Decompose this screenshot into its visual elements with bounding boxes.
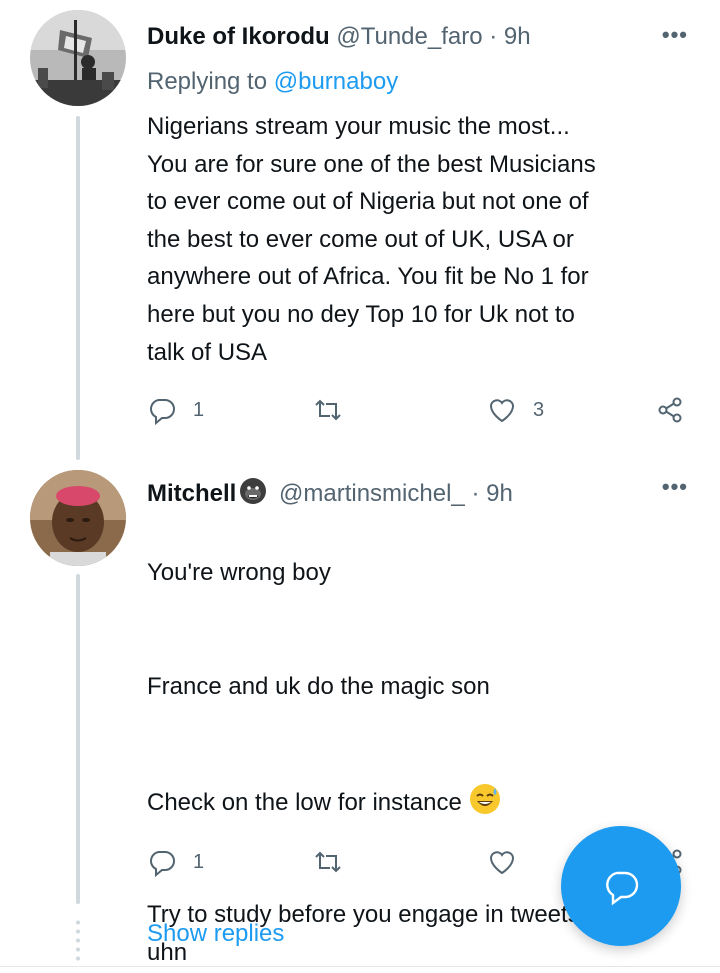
mention-link[interactable]: @burnaboy	[274, 68, 398, 95]
reply-button[interactable]: 1	[147, 390, 204, 430]
heart-icon	[489, 851, 515, 875]
retweet-icon	[315, 399, 341, 421]
separator-dot: ·	[471, 480, 480, 507]
thread-continuation-dots	[76, 918, 80, 964]
thread-line	[76, 116, 80, 460]
reply-count: 1	[193, 398, 205, 421]
more-options-icon[interactable]: •••	[662, 474, 688, 500]
tweet-duke-of-ikorodu[interactable]: Duke of Ikorodu @Tunde_faro · 9h ••• Rep…	[0, 0, 720, 460]
reply-button[interactable]: 1	[147, 842, 204, 882]
heart-icon	[489, 399, 515, 423]
retweet-icon	[315, 851, 341, 873]
tweet-line: You're wrong boy	[147, 559, 331, 586]
user-handle[interactable]: @Tunde_faro	[336, 23, 482, 50]
reply-icon	[150, 851, 175, 877]
retweet-button[interactable]	[313, 842, 343, 882]
action-bar: 1 3	[147, 390, 692, 430]
like-button[interactable]: 3	[487, 390, 544, 430]
tweet-line: Check on the low for instance	[147, 789, 462, 816]
retweet-button[interactable]	[313, 390, 359, 430]
tweet-line: France and uk do the magic son	[147, 673, 490, 700]
tweet-text: Nigerians stream your music the most... …	[147, 113, 596, 366]
like-count: 3	[533, 398, 545, 421]
more-options-icon[interactable]: •••	[662, 22, 688, 48]
replying-prefix: Replying to	[147, 68, 274, 95]
share-button[interactable]	[655, 390, 685, 430]
compose-reply-icon	[606, 871, 639, 906]
timestamp[interactable]: 9h	[486, 480, 513, 507]
like-button[interactable]	[487, 842, 517, 882]
show-replies-link[interactable]: Show replies	[147, 920, 284, 948]
sweat-smile-emoji-icon	[469, 784, 500, 814]
gorilla-emoji-icon	[240, 478, 267, 504]
tweet-header: Duke of Ikorodu @Tunde_faro · 9h	[147, 22, 531, 52]
display-name[interactable]: Mitchell	[147, 480, 236, 507]
avatar[interactable]	[30, 470, 126, 566]
divider	[0, 966, 720, 967]
replying-to: Replying to @burnaboy	[147, 68, 398, 96]
avatar[interactable]	[30, 10, 126, 106]
display-name[interactable]: Duke of Ikorodu	[147, 23, 330, 50]
compose-reply-button[interactable]	[561, 826, 681, 946]
thread-line	[76, 574, 80, 904]
reply-icon	[150, 399, 175, 425]
user-handle[interactable]: @martinsmichel_	[279, 480, 465, 507]
share-icon	[658, 397, 682, 423]
tweet-header: Mitchell @martinsmichel_ · 9h	[147, 476, 513, 509]
timestamp[interactable]: 9h	[504, 23, 531, 50]
separator-dot: ·	[489, 23, 498, 50]
reply-count: 1	[193, 850, 205, 873]
